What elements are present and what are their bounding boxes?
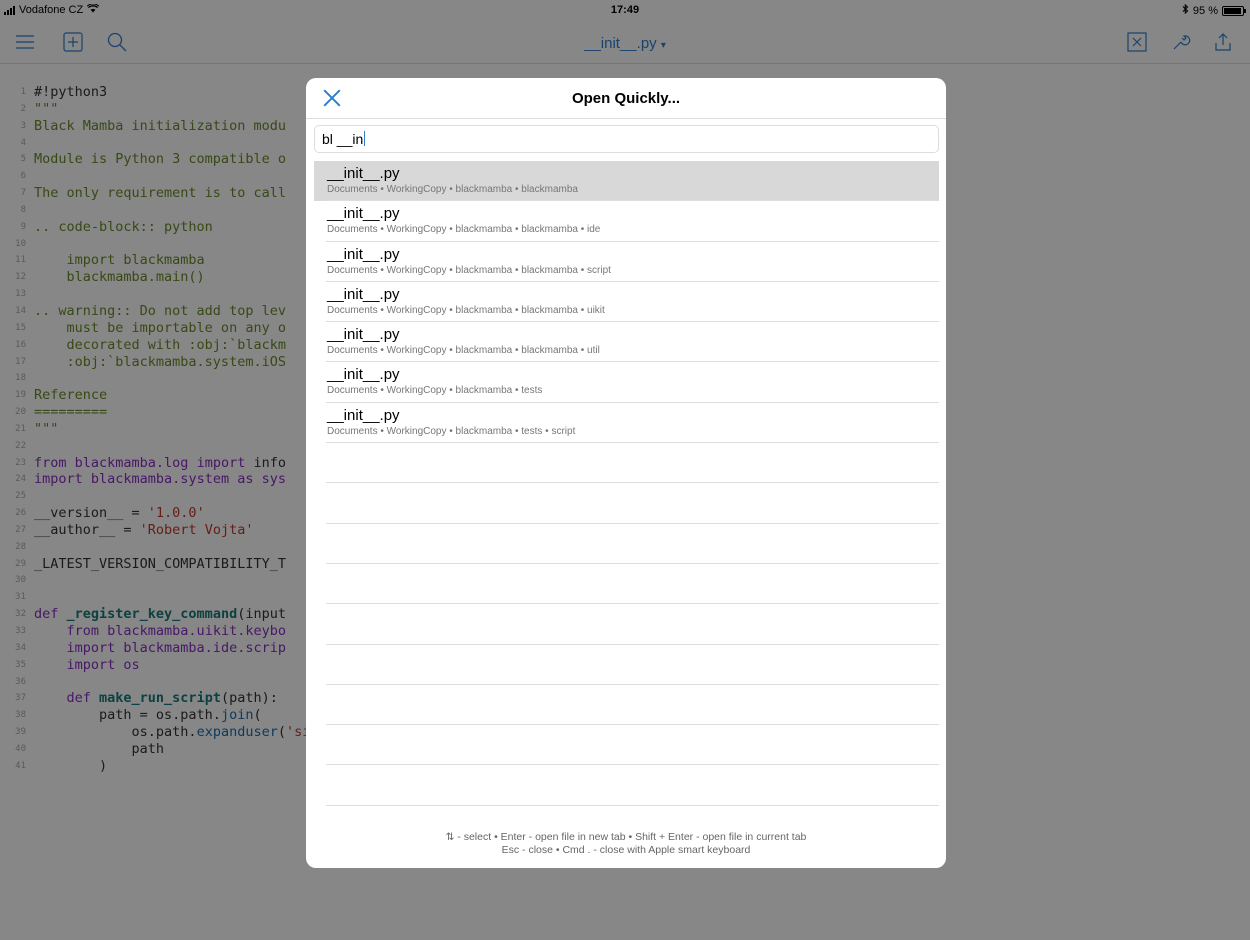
result-file-name: __init__.py	[327, 326, 400, 344]
result-file-name: __init__.py	[327, 165, 400, 182]
result-file-name: __init__.py	[327, 245, 400, 263]
keyboard-hints: ⇅ - select • Enter - open file in new ta…	[306, 831, 946, 857]
empty-row	[314, 604, 939, 645]
empty-row	[314, 725, 939, 766]
empty-row	[314, 483, 939, 524]
result-file-path: Documents • WorkingCopy • blackmamba • b…	[327, 224, 601, 236]
empty-row	[314, 564, 939, 605]
result-file-path: Documents • WorkingCopy • blackmamba • b…	[327, 345, 600, 357]
dialog-title: Open Quickly...	[571, 90, 681, 107]
result-file-name: __init__.py	[327, 366, 400, 384]
search-input[interactable]: bl __in	[314, 125, 939, 153]
hint-line: ⇅ - select • Enter - open file in new ta…	[445, 831, 807, 843]
result-file-path: Documents • WorkingCopy • blackmamba • t…	[327, 385, 543, 397]
result-file-path: Documents • WorkingCopy • blackmamba • b…	[327, 264, 611, 276]
result-row[interactable]: __init__.py Documents • WorkingCopy • bla…	[314, 322, 939, 363]
open-quickly-dialog: Open Quickly... bl __in __init__.py Docum…	[306, 78, 946, 868]
result-row[interactable]: __init__.py Documents • WorkingCopy • bla…	[314, 161, 939, 202]
text-cursor	[364, 131, 366, 146]
hint-line: Esc - close • Cmd . - close with Apple s…	[501, 844, 751, 856]
empty-row	[314, 443, 939, 484]
result-row[interactable]: __init__.py Documents • WorkingCopy • bla…	[314, 362, 939, 403]
empty-row	[314, 685, 939, 726]
result-file-name: __init__.py	[327, 406, 400, 424]
empty-row	[314, 765, 939, 806]
dialog-header: Open Quickly...	[306, 78, 946, 119]
result-file-name: __init__.py	[327, 205, 400, 223]
row-divider	[326, 804, 939, 806]
result-row[interactable]: __init__.py Documents • WorkingCopy • bla…	[314, 282, 939, 323]
empty-row	[314, 645, 939, 685]
result-file-name: __init__.py	[327, 285, 400, 303]
empty-row	[314, 524, 939, 564]
results-list: __init__.py Documents • WorkingCopy • bla…	[314, 161, 939, 806]
search-query: bl __in	[322, 131, 364, 147]
result-row[interactable]: __init__.py Documents • WorkingCopy • bla…	[314, 403, 939, 444]
result-row[interactable]: __init__.py Documents • WorkingCopy • bla…	[314, 242, 939, 282]
result-file-path: Documents • WorkingCopy • blackmamba • b…	[327, 304, 605, 316]
result-file-path: Documents • WorkingCopy • blackmamba • t…	[327, 425, 576, 437]
result-row[interactable]: __init__.py Documents • WorkingCopy • bla…	[314, 201, 939, 242]
result-file-path: Documents • WorkingCopy • blackmamba • b…	[327, 184, 578, 195]
